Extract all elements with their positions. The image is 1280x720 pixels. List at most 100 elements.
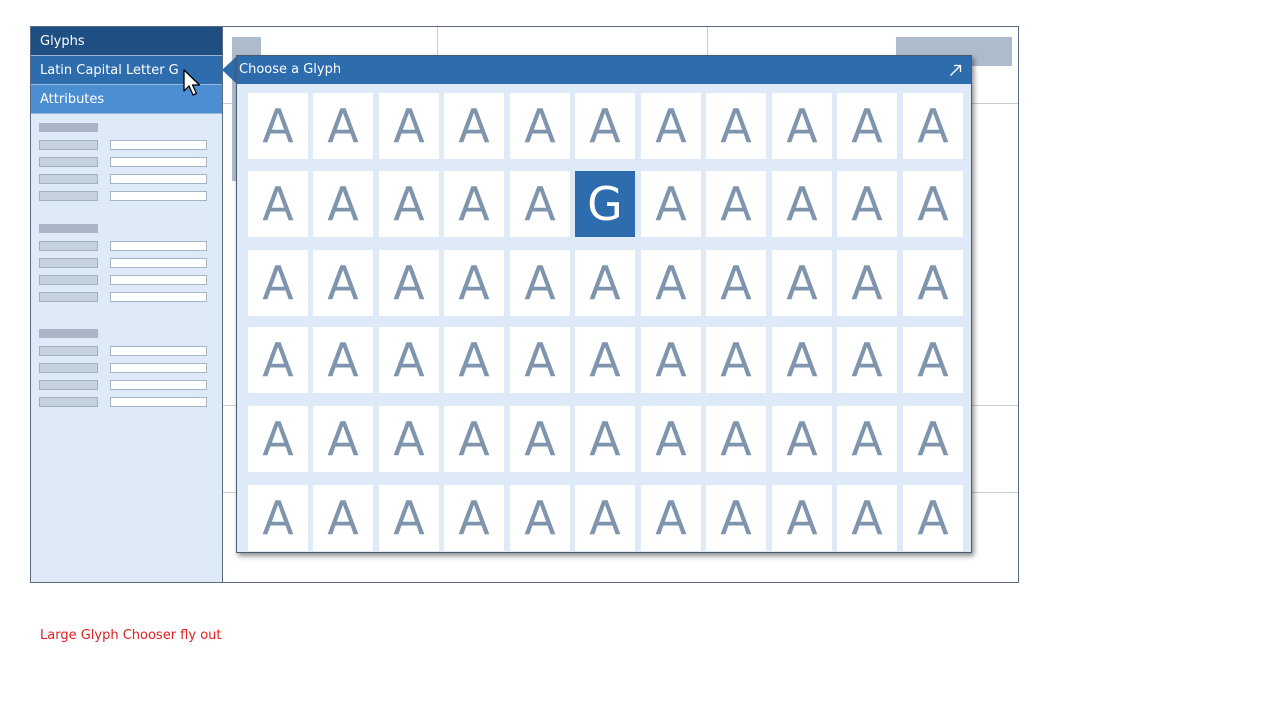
attribute-label	[39, 380, 98, 390]
attribute-input[interactable]	[110, 397, 207, 407]
attribute-input[interactable]	[110, 363, 207, 373]
glyph-tile[interactable]: A	[444, 406, 504, 472]
glyph-tile[interactable]: A	[706, 406, 766, 472]
glyph-tile[interactable]: A	[575, 485, 635, 551]
attribute-row	[39, 241, 209, 251]
attribute-label	[39, 397, 98, 407]
glyph-tile[interactable]: A	[641, 250, 701, 316]
glyph-tile[interactable]: A	[837, 171, 897, 237]
glyph-tile[interactable]: A	[248, 406, 308, 472]
glyph-tile[interactable]: A	[837, 485, 897, 551]
glyph-tile[interactable]: A	[444, 171, 504, 237]
attribute-input[interactable]	[110, 275, 207, 285]
attribute-input[interactable]	[110, 157, 207, 167]
glyph-tile[interactable]: A	[313, 406, 373, 472]
glyph-tile[interactable]: A	[444, 93, 504, 159]
glyph-tile[interactable]: A	[248, 327, 308, 393]
glyph-tile[interactable]: A	[575, 327, 635, 393]
attribute-label	[39, 157, 98, 167]
attribute-input[interactable]	[110, 174, 207, 184]
glyph-tile-selected[interactable]: G	[575, 171, 635, 237]
glyph-tile[interactable]: A	[510, 406, 570, 472]
glyph-tile[interactable]: A	[313, 327, 373, 393]
flyout-pointer	[222, 56, 237, 84]
glyph-tile[interactable]: A	[706, 171, 766, 237]
glyph-tile[interactable]: A	[706, 93, 766, 159]
attribute-label	[39, 258, 98, 268]
glyph-tile[interactable]: A	[248, 485, 308, 551]
glyph-tile[interactable]: A	[772, 250, 832, 316]
glyph-tile[interactable]: A	[510, 93, 570, 159]
attribute-input[interactable]	[110, 191, 207, 201]
expand-button[interactable]	[945, 56, 965, 84]
attribute-label	[39, 363, 98, 373]
glyph-tile[interactable]: A	[575, 93, 635, 159]
mouse-cursor-icon	[183, 69, 201, 96]
attribute-input[interactable]	[110, 292, 207, 302]
attribute-group-title	[39, 123, 98, 132]
glyph-tile[interactable]: A	[772, 327, 832, 393]
glyph-tile[interactable]: A	[837, 93, 897, 159]
glyphs-header[interactable]: Glyphs	[31, 27, 222, 56]
glyph-tile[interactable]: A	[248, 250, 308, 316]
glyph-tile[interactable]: A	[379, 485, 439, 551]
glyph-tile[interactable]: A	[379, 406, 439, 472]
glyph-tile[interactable]: A	[837, 406, 897, 472]
glyph-tile[interactable]: A	[379, 171, 439, 237]
glyph-tile[interactable]: A	[510, 327, 570, 393]
glyph-chooser-flyout: Choose a Glyph AAAAAAAAAAAAAAAAGAAAAAAAA…	[236, 55, 972, 553]
glyph-tile[interactable]: A	[641, 327, 701, 393]
glyph-tile[interactable]: A	[575, 406, 635, 472]
glyph-tile[interactable]: A	[641, 406, 701, 472]
glyph-tile[interactable]: A	[641, 93, 701, 159]
glyph-tile[interactable]: A	[772, 93, 832, 159]
glyph-tile[interactable]: A	[903, 406, 963, 472]
attribute-group	[39, 224, 209, 309]
attribute-row	[39, 346, 209, 356]
glyph-tile[interactable]: A	[248, 171, 308, 237]
glyph-tile[interactable]: A	[313, 485, 373, 551]
glyph-tile[interactable]: A	[706, 250, 766, 316]
glyph-tile[interactable]: A	[313, 250, 373, 316]
flyout-title: Choose a Glyph	[239, 62, 342, 77]
glyph-tile[interactable]: A	[706, 327, 766, 393]
flyout-header: Choose a Glyph	[237, 56, 971, 84]
glyph-tile[interactable]: A	[510, 171, 570, 237]
glyph-tile[interactable]: A	[379, 93, 439, 159]
attribute-row	[39, 174, 209, 184]
glyph-tile[interactable]: A	[772, 171, 832, 237]
attribute-row	[39, 363, 209, 373]
glyph-tile[interactable]: A	[444, 250, 504, 316]
glyph-tile[interactable]: A	[510, 250, 570, 316]
glyph-tile[interactable]: A	[510, 485, 570, 551]
glyph-tile[interactable]: A	[903, 171, 963, 237]
glyph-tile[interactable]: A	[641, 485, 701, 551]
glyph-tile[interactable]: A	[837, 327, 897, 393]
attribute-row	[39, 157, 209, 167]
glyph-tile[interactable]: A	[313, 93, 373, 159]
glyph-tile[interactable]: A	[313, 171, 373, 237]
glyph-tile[interactable]: A	[903, 485, 963, 551]
glyph-tile[interactable]: A	[379, 327, 439, 393]
glyph-tile[interactable]: A	[837, 250, 897, 316]
glyph-tile[interactable]: A	[706, 485, 766, 551]
glyph-tile[interactable]: A	[903, 250, 963, 316]
glyph-tile[interactable]: A	[903, 327, 963, 393]
attribute-row	[39, 292, 209, 302]
glyph-tile[interactable]: A	[772, 406, 832, 472]
glyph-tile[interactable]: A	[444, 327, 504, 393]
attribute-input[interactable]	[110, 241, 207, 251]
glyph-tile[interactable]: A	[641, 171, 701, 237]
glyph-tile[interactable]: A	[444, 485, 504, 551]
attribute-input[interactable]	[110, 380, 207, 390]
attribute-group-title	[39, 329, 98, 338]
attribute-input[interactable]	[110, 140, 207, 150]
glyph-tile[interactable]: A	[575, 250, 635, 316]
glyph-tile[interactable]: A	[379, 250, 439, 316]
attribute-label	[39, 174, 98, 184]
attribute-input[interactable]	[110, 258, 207, 268]
glyph-tile[interactable]: A	[772, 485, 832, 551]
glyph-tile[interactable]: A	[903, 93, 963, 159]
attribute-input[interactable]	[110, 346, 207, 356]
glyph-tile[interactable]: A	[248, 93, 308, 159]
